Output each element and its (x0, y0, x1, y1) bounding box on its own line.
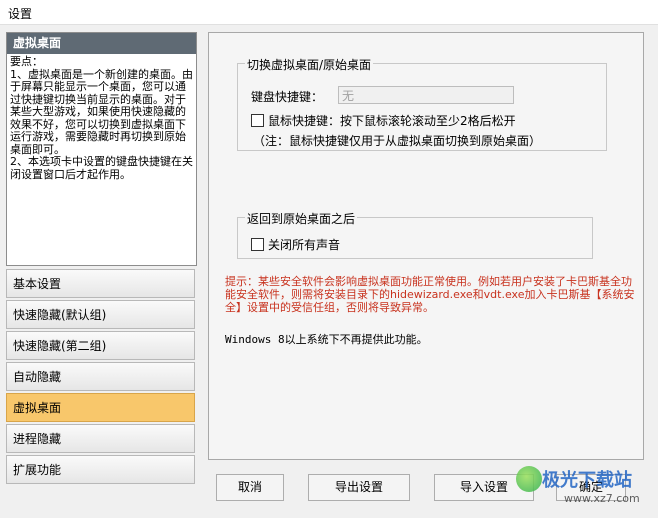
nav-item-process-hide[interactable]: 进程隐藏 (6, 424, 195, 453)
watermark-text: 极光下载站 (542, 470, 632, 491)
watermark-url: www.xz7.com (564, 492, 640, 505)
mouse-shortcut-note: （注：鼠标快捷键仅用于从虚拟桌面切换到原始桌面） (253, 134, 542, 148)
mute-all-option[interactable]: 关闭所有声音 (251, 236, 340, 253)
help-box: 虚拟桌面 要点： 1、虚拟桌面是一个新创建的桌面。由于屏幕只能显示一个桌面，您可… (6, 32, 197, 266)
return-desktop-group-title: 返回到原始桌面之后 (245, 210, 358, 227)
nav-item-auto-hide[interactable]: 自动隐藏 (6, 362, 195, 391)
return-desktop-group: 返回到原始桌面之后 关闭所有声音 (237, 210, 593, 259)
left-panel: 虚拟桌面 要点： 1、虚拟桌面是一个新创建的桌面。由于屏幕只能显示一个桌面，您可… (6, 32, 197, 486)
title-bar: 设置 (0, 0, 658, 25)
nav-item-quick-hide-second[interactable]: 快速隐藏(第二组) (6, 331, 195, 360)
settings-main-panel: 切换虚拟桌面/原始桌面 键盘快捷键： 无 鼠标快捷键：按下鼠标滚轮滚动至少2格后… (208, 32, 644, 460)
keyboard-shortcut-input[interactable]: 无 (338, 86, 514, 104)
mouse-shortcut-label: 鼠标快捷键：按下鼠标滚轮滚动至少2格后松开 (268, 114, 516, 128)
watermark: 极光下载站 www.xz7.com (516, 464, 656, 512)
switch-desktop-group: 切换虚拟桌面/原始桌面 键盘快捷键： 无 鼠标快捷键：按下鼠标滚轮滚动至少2格后… (237, 56, 607, 151)
help-heading: 虚拟桌面 (7, 33, 196, 54)
settings-nav: 基本设置 快速隐藏(默认组) 快速隐藏(第二组) 自动隐藏 虚拟桌面 进程隐藏 … (6, 269, 197, 486)
export-settings-button[interactable]: 导出设置 (308, 474, 410, 501)
window-title: 设置 (8, 7, 33, 21)
cancel-button[interactable]: 取消 (216, 474, 284, 501)
security-warning-text: 提示：某些安全软件会影响虚拟桌面功能正常使用。例如若用户安装了卡巴斯基全功能安全… (225, 275, 635, 314)
watermark-logo-icon (516, 466, 542, 492)
mouse-shortcut-checkbox[interactable] (251, 114, 264, 127)
nav-item-virtual-desktop[interactable]: 虚拟桌面 (6, 393, 195, 422)
mute-all-label: 关闭所有声音 (268, 238, 341, 252)
nav-item-extensions[interactable]: 扩展功能 (6, 455, 195, 484)
help-text: 要点： 1、虚拟桌面是一个新创建的桌面。由于屏幕只能显示一个桌面，您可以通过快捷… (10, 55, 193, 181)
switch-desktop-group-title: 切换虚拟桌面/原始桌面 (245, 56, 374, 73)
mouse-shortcut-option[interactable]: 鼠标快捷键：按下鼠标滚轮滚动至少2格后松开 (251, 112, 516, 129)
nav-item-quick-hide-default[interactable]: 快速隐藏(默认组) (6, 300, 195, 329)
keyboard-shortcut-label: 键盘快捷键： (251, 90, 324, 104)
nav-item-basic[interactable]: 基本设置 (6, 269, 195, 298)
windows8-note: Windows 8以上系统下不再提供此功能。 (225, 333, 428, 346)
mute-all-checkbox[interactable] (251, 238, 264, 251)
